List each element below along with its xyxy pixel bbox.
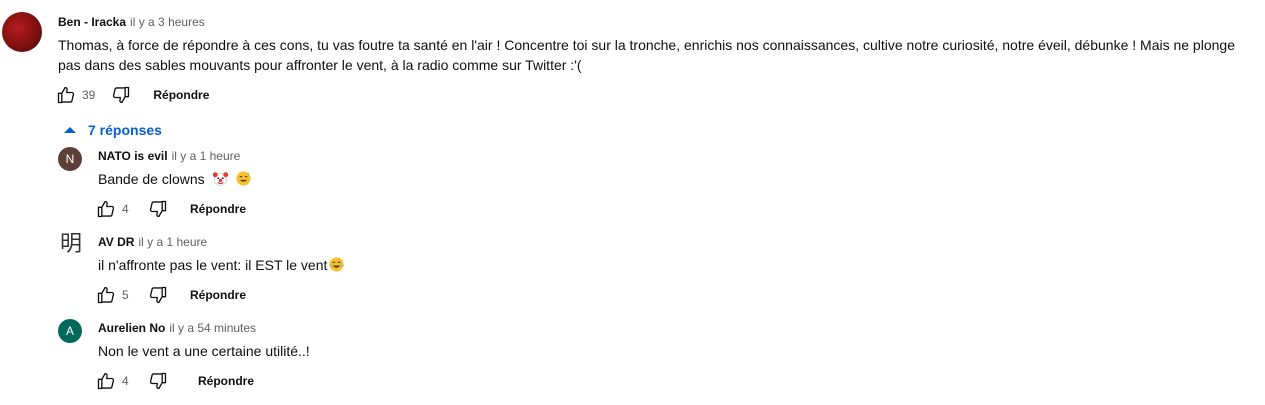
comment-time[interactable]: il y a 54 minutes (169, 321, 256, 335)
like-icon[interactable] (94, 283, 118, 307)
comment-time[interactable]: il y a 1 heure (172, 149, 241, 163)
reply-button[interactable]: Répondre (198, 374, 254, 388)
dislike-icon[interactable] (146, 283, 170, 307)
grinning-sweat-emoji-icon (235, 170, 252, 192)
comment-text: il n'affronte pas le vent: il EST le ven… (98, 257, 328, 273)
caret-up-icon (62, 122, 78, 138)
comment-text-line: Bande de clowns (98, 169, 252, 192)
comment-actions: 4 Répondre (94, 369, 254, 393)
dislike-icon[interactable] (146, 369, 170, 393)
replies-count-label: 7 réponses (88, 122, 162, 138)
avatar-letter: A (65, 324, 74, 338)
like-count: 4 (122, 374, 129, 388)
replies-toggle-button[interactable]: 7 réponses (62, 120, 162, 140)
avatar-letter: N (65, 152, 75, 166)
comment-text-line: il n'affronte pas le vent: il EST le ven… (98, 255, 345, 278)
comment-actions: 5 Répondre (94, 283, 246, 307)
dislike-icon[interactable] (109, 83, 133, 107)
comment-header: Aurelien No il y a 54 minutes (98, 321, 256, 335)
comment-text: Non le vent a une certaine utilité..! (98, 343, 310, 359)
comment-header: NATO is evil il y a 1 heure (98, 149, 240, 163)
author-name[interactable]: Ben - Iracka (58, 15, 126, 29)
comment-time[interactable]: il y a 3 heures (130, 15, 205, 29)
reply-button[interactable]: Répondre (153, 88, 209, 102)
comment-actions: 4 Répondre (94, 197, 246, 221)
comment-header: AV DR il y a 1 heure (98, 235, 207, 249)
like-icon[interactable] (54, 83, 78, 107)
comment-text: Thomas, à force de répondre à ces cons, … (58, 37, 1235, 73)
author-name[interactable]: NATO is evil (98, 149, 168, 163)
comment-header: Ben - Iracka il y a 3 heures (58, 15, 205, 29)
like-icon[interactable] (94, 197, 118, 221)
comment-text: Bande de clowns (98, 171, 205, 187)
comment-time[interactable]: il y a 1 heure (138, 235, 207, 249)
author-name[interactable]: Aurelien No (98, 321, 165, 335)
avatar[interactable]: 明 (58, 232, 84, 258)
dislike-icon[interactable] (146, 197, 170, 221)
like-count: 39 (82, 88, 96, 102)
avatar[interactable]: A (58, 319, 82, 343)
clown-face-emoji-icon (212, 170, 229, 192)
reply-button[interactable]: Répondre (190, 288, 246, 302)
like-count: 4 (122, 202, 129, 216)
like-icon[interactable] (94, 369, 118, 393)
tears-of-joy-emoji-icon (328, 256, 345, 278)
avatar[interactable] (2, 12, 42, 52)
author-name[interactable]: AV DR (98, 235, 134, 249)
reply-button[interactable]: Répondre (190, 202, 246, 216)
like-count: 5 (122, 288, 129, 302)
comment-actions: 39 Répondre (54, 83, 209, 107)
avatar[interactable]: N (58, 147, 82, 171)
